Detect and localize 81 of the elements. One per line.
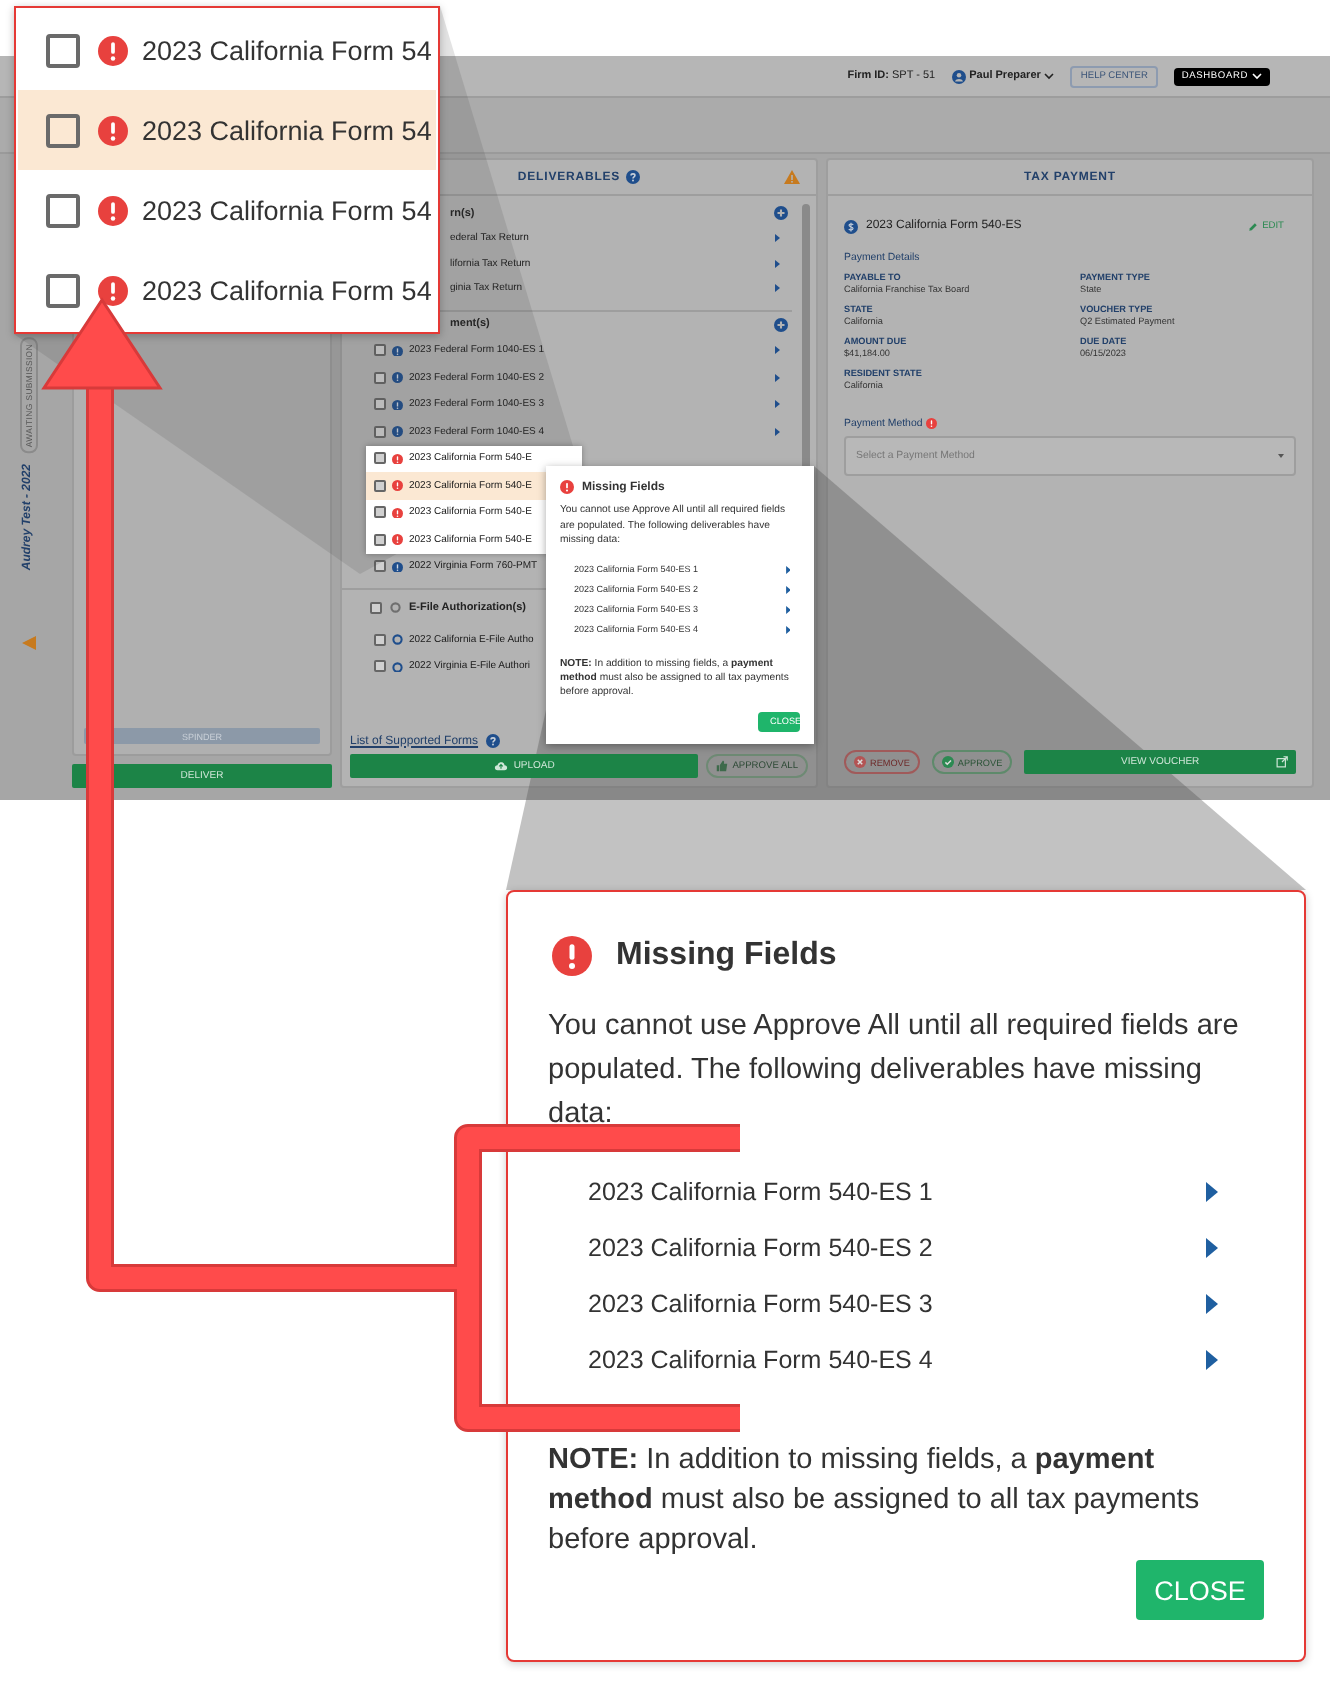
chevron-right-icon[interactable] <box>774 346 780 355</box>
missing-deliverable-link[interactable]: 2023 California Form 540-ES 4 <box>588 1346 933 1374</box>
chevron-right-icon[interactable] <box>774 400 780 409</box>
deliverable-row[interactable]: 2023 California Form 54 <box>18 250 436 330</box>
chevron-right-icon[interactable] <box>774 373 780 382</box>
caret-down-icon <box>1252 72 1262 80</box>
checkbox[interactable] <box>374 344 386 357</box>
caret-down-icon <box>1044 72 1055 80</box>
close-circle-icon <box>854 756 866 768</box>
alert-icon <box>98 195 128 225</box>
checkbox[interactable] <box>46 273 80 307</box>
deliverable-name: 2023 California Form 54 <box>142 115 432 145</box>
caret-right-icon[interactable] <box>785 585 790 593</box>
warning-icon <box>21 635 35 650</box>
status-ring-icon <box>390 602 401 614</box>
alert-icon <box>392 534 403 545</box>
help-icon[interactable] <box>626 170 641 184</box>
pencil-icon <box>1248 221 1259 231</box>
missing-deliverable-link[interactable]: 2023 California Form 540-ES 2 <box>588 1234 933 1262</box>
missing-deliverable-link[interactable]: 2023 California Form 540-ES 1 <box>588 1178 933 1206</box>
dollar-icon <box>844 219 858 233</box>
alert-icon <box>98 275 128 305</box>
dialog-message: You cannot use Approve All until all required fields are populated. The following deliverables have missing data: <box>548 1008 1241 1134</box>
deliverable-row[interactable]: 2023 California Form 54 <box>18 90 436 170</box>
checkbox[interactable] <box>374 633 386 646</box>
user-icon <box>951 69 966 83</box>
caret-right-icon[interactable] <box>1206 1294 1218 1314</box>
deliverable-name: 2023 California Form 54 <box>142 275 432 305</box>
checkbox[interactable] <box>374 371 386 384</box>
warning-icon <box>784 170 800 184</box>
chevron-right-icon[interactable] <box>774 234 780 243</box>
deliverable-row[interactable]: 2023 California Form 54 <box>18 10 436 90</box>
info-icon <box>392 372 403 383</box>
checkbox[interactable] <box>374 660 386 673</box>
check-circle-icon <box>941 756 954 768</box>
caret-right-icon[interactable] <box>1206 1350 1218 1370</box>
chevron-right-icon[interactable] <box>774 259 780 268</box>
checkbox[interactable] <box>374 506 386 519</box>
checkbox[interactable] <box>46 113 80 147</box>
checkbox[interactable] <box>46 33 80 67</box>
alert-icon <box>926 418 938 430</box>
alert-icon <box>552 936 592 976</box>
caret-right-icon[interactable] <box>785 605 790 613</box>
info-icon <box>392 426 403 437</box>
alert-icon <box>392 480 403 491</box>
checkbox[interactable] <box>374 560 386 573</box>
help-icon[interactable] <box>486 734 501 748</box>
info-icon <box>392 345 403 356</box>
add-icon[interactable] <box>774 317 788 331</box>
checkbox[interactable] <box>374 452 386 465</box>
deliverable-name: 2023 California Form 54 <box>142 35 432 65</box>
upload-cloud-icon <box>493 760 508 772</box>
checkbox[interactable] <box>374 425 386 438</box>
alert-icon <box>392 507 403 518</box>
info-icon <box>392 561 403 572</box>
info-icon <box>392 399 403 410</box>
caret-right-icon[interactable] <box>1206 1182 1218 1202</box>
alert-icon <box>98 35 128 65</box>
dialog-note: NOTE: In addition to missing fields, a payment method must also be assigned to all tax payments before approval. <box>548 1442 1202 1560</box>
thumbs-up-icon <box>716 760 729 772</box>
external-link-icon <box>1276 756 1288 768</box>
checkbox[interactable] <box>46 193 80 227</box>
alert-icon <box>392 453 403 464</box>
missing-deliverable-link[interactable]: 2023 California Form 540-ES 3 <box>588 1290 933 1318</box>
checkbox[interactable] <box>374 479 386 492</box>
caret-right-icon[interactable] <box>785 625 790 633</box>
alert-icon <box>98 115 128 145</box>
caret-right-icon[interactable] <box>1206 1238 1218 1258</box>
status-ring-icon <box>392 661 403 672</box>
chevron-right-icon[interactable] <box>774 427 780 436</box>
checkbox[interactable] <box>374 533 386 546</box>
add-icon[interactable] <box>774 206 788 220</box>
deliverable-name: 2023 California Form 54 <box>142 195 432 225</box>
chevron-right-icon[interactable] <box>774 284 780 293</box>
checkbox[interactable] <box>374 398 386 411</box>
dialog-title: Missing Fields <box>616 938 837 974</box>
checkbox[interactable] <box>370 602 382 614</box>
caret-right-icon[interactable] <box>785 565 790 573</box>
status-ring-icon <box>392 634 403 645</box>
deliverable-row[interactable]: 2023 California Form 54 <box>18 170 436 250</box>
alert-icon <box>560 480 574 494</box>
